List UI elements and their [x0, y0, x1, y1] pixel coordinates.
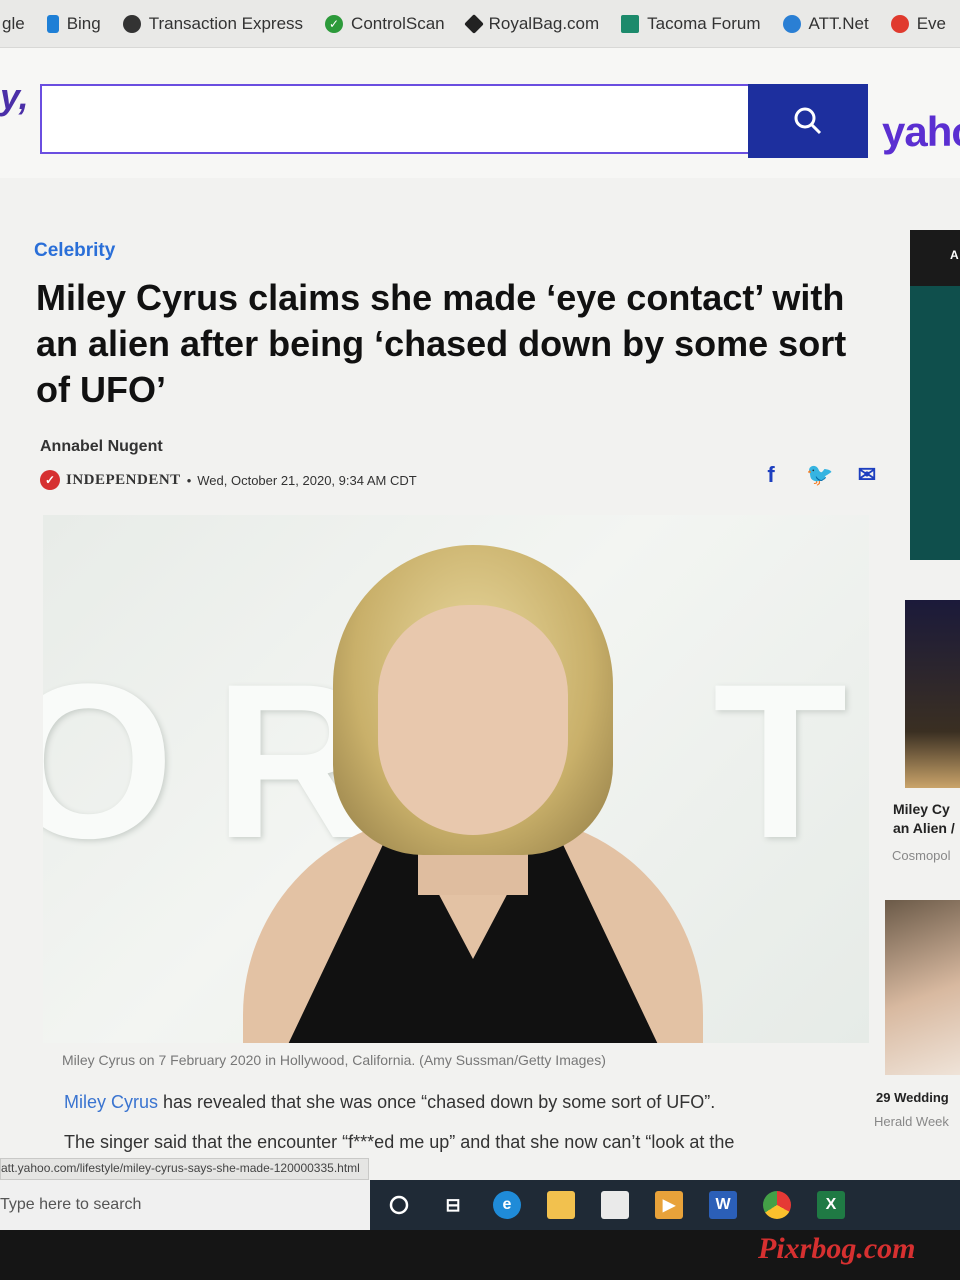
bookmark-google[interactable]: gle: [2, 14, 25, 34]
bookmark-tacoma-forum[interactable]: Tacoma Forum: [621, 14, 761, 34]
body-text-1: has revealed that she was once “chased d…: [158, 1092, 716, 1112]
bookmark-controlscan[interactable]: ✓ ControlScan: [325, 14, 445, 34]
article-headline: Miley Cyrus claims she made ‘eye contact…: [36, 277, 847, 410]
rail-item2-image[interactable]: [885, 900, 960, 1075]
check-circle-icon: ✓: [325, 14, 344, 33]
chrome-icon[interactable]: [763, 1191, 791, 1219]
media-icon[interactable]: ▶: [655, 1191, 683, 1219]
yahoo-logo[interactable]: yaho: [882, 108, 960, 156]
browser-screen: gle Bing Transaction Express ✓ ControlSc…: [0, 0, 960, 1230]
share-buttons: f 🐦 ✉: [758, 462, 880, 488]
taskbar-icons: ⊟ e ▶ W X: [385, 1180, 845, 1230]
source-name[interactable]: INDEPENDENT: [66, 472, 181, 489]
file-explorer-icon[interactable]: [547, 1191, 575, 1219]
taskbar-search-input[interactable]: Type here to search: [0, 1180, 370, 1230]
search-button[interactable]: [748, 84, 868, 158]
excel-icon[interactable]: X: [817, 1191, 845, 1219]
watermark: Pixrbog.com: [758, 1232, 916, 1265]
word-icon[interactable]: W: [709, 1191, 737, 1219]
facebook-share-icon[interactable]: f: [758, 462, 784, 488]
bookmarks-bar: gle Bing Transaction Express ✓ ControlSc…: [0, 0, 960, 48]
article: Celebrity Miley Cyrus claims she made ‘e…: [0, 180, 905, 1170]
body-paragraph-2: The singer said that the encounter “f***…: [64, 1132, 735, 1152]
bookmark-attnet[interactable]: ATT.Net: [782, 14, 869, 34]
bing-icon: [46, 14, 59, 33]
photo-caption: Miley Cyrus on 7 February 2020 in Hollyw…: [62, 1052, 606, 1068]
rail-ad-label: A: [910, 230, 960, 286]
globe-icon: [122, 14, 141, 33]
rail-item2-title[interactable]: 29 Wedding: [876, 1090, 960, 1105]
store-icon[interactable]: [601, 1191, 629, 1219]
body-link[interactable]: Miley Cyrus: [64, 1092, 158, 1112]
bookmark-eve[interactable]: Eve: [890, 14, 946, 34]
status-url: att.yahoo.com/lifestyle/miley-cyrus-says…: [0, 1158, 369, 1180]
author-name[interactable]: Annabel Nugent: [40, 438, 163, 456]
magnifier-icon: [794, 107, 822, 135]
yahoo-logo-partial[interactable]: y,: [0, 76, 29, 118]
rail-item1-title[interactable]: Miley Cy an Alien /: [893, 800, 960, 838]
task-view-icon[interactable]: ⊟: [439, 1191, 467, 1219]
photo-face: [378, 605, 568, 835]
cortana-icon[interactable]: [385, 1191, 413, 1219]
bookmark-royalbag[interactable]: RoyalBag.com: [463, 13, 599, 34]
edge-icon[interactable]: e: [493, 1191, 521, 1219]
diamond-icon: [463, 13, 484, 34]
red-icon: [890, 14, 909, 33]
category-link[interactable]: Celebrity: [34, 240, 115, 262]
rail-item1-image[interactable]: [905, 600, 960, 788]
rail-item1-source: Cosmopol: [892, 848, 951, 863]
independent-logo-icon: ✓: [40, 470, 60, 490]
search-input[interactable]: [40, 84, 748, 154]
twitter-share-icon[interactable]: 🐦: [806, 462, 833, 488]
rail-item2-source: Herald Week: [874, 1114, 949, 1129]
email-share-icon[interactable]: ✉: [854, 462, 880, 488]
body-paragraph-1: Miley Cyrus has revealed that she was on…: [64, 1092, 715, 1113]
yahoo-header: y, yaho: [0, 48, 960, 178]
separator-dot: •: [186, 472, 192, 488]
tf-icon: [621, 14, 640, 33]
article-photo: ORD T: [43, 515, 869, 1043]
windows-taskbar: Type here to search ⊟ e ▶ W X: [0, 1180, 960, 1230]
bookmark-bing[interactable]: Bing: [46, 14, 101, 34]
att-globe-icon: [782, 14, 801, 33]
source-row: ✓ INDEPENDENT • Wed, October 21, 2020, 9…: [40, 470, 417, 490]
publish-date: Wed, October 21, 2020, 9:34 AM CDT: [197, 472, 417, 488]
bookmark-transaction-express[interactable]: Transaction Express: [122, 14, 303, 34]
